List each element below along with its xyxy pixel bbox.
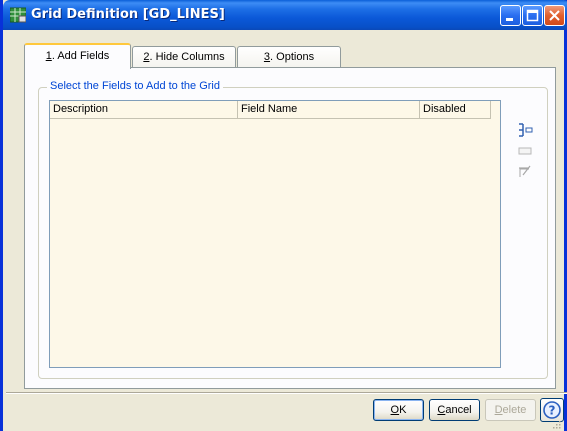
resize-grip-icon[interactable] xyxy=(551,419,561,429)
grid-header: Description Field Name Disabled xyxy=(50,101,500,119)
grid-app-icon xyxy=(10,7,26,23)
window-title: Grid Definition [GD_LINES] xyxy=(31,7,225,22)
field-properties-icon[interactable] xyxy=(517,143,533,159)
tab-options-label: . Options xyxy=(270,51,315,63)
delete-button[interactable]: Delete xyxy=(485,399,536,421)
fields-grid[interactable]: Description Field Name Disabled xyxy=(49,100,501,368)
button-bar-separator xyxy=(6,392,567,394)
close-icon xyxy=(549,10,560,21)
delete-label: elete xyxy=(502,404,527,416)
column-header-disabled[interactable]: Disabled xyxy=(420,101,491,119)
minimize-button[interactable] xyxy=(500,5,521,26)
ok-mnemonic: O xyxy=(390,404,400,416)
tab-add-fields-label: . Add Fields xyxy=(51,50,110,62)
fields-groupbox: Select the Fields to Add to the Grid Des… xyxy=(38,80,548,379)
help-icon: ? xyxy=(543,401,561,419)
ok-button[interactable]: OK xyxy=(373,399,424,421)
edit-field-icon[interactable] xyxy=(517,163,533,179)
tab-add-fields[interactable]: 1. Add Fields xyxy=(24,43,131,69)
group-label: Select the Fields to Add to the Grid xyxy=(47,80,223,92)
maximize-button[interactable] xyxy=(522,5,543,26)
cancel-button[interactable]: Cancel xyxy=(429,399,480,421)
column-header-description[interactable]: Description xyxy=(50,101,238,119)
add-field-icon[interactable] xyxy=(517,122,533,138)
ok-label: K xyxy=(399,404,407,416)
column-header-field-name[interactable]: Field Name xyxy=(238,101,420,119)
maximize-icon xyxy=(526,9,539,22)
delete-mnemonic: D xyxy=(494,404,503,416)
tab-hide-columns[interactable]: 2. Hide Columns xyxy=(132,46,236,68)
add-fields-panel: Select the Fields to Add to the Grid Des… xyxy=(24,67,556,389)
cancel-label: ancel xyxy=(445,404,472,416)
tab-options[interactable]: 3. Options xyxy=(237,46,341,68)
svg-text:?: ? xyxy=(549,404,556,418)
title-bar[interactable]: Grid Definition [GD_LINES] xyxy=(3,0,567,30)
close-button[interactable] xyxy=(544,5,565,26)
grid-definition-window: Grid Definition [GD_LINES] 1. Add Fields… xyxy=(0,0,567,431)
minimize-icon xyxy=(506,18,513,21)
tab-hide-columns-label: . Hide Columns xyxy=(149,51,225,63)
